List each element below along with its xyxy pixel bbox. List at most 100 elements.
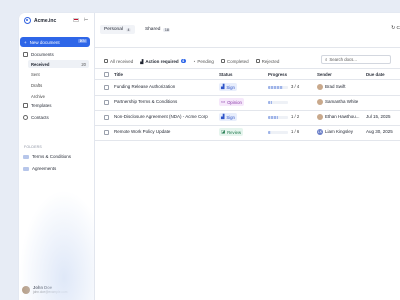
progress-bar xyxy=(268,116,288,119)
folder-icon xyxy=(23,166,29,171)
sender-name: Brad Swift xyxy=(325,84,346,90)
sender-avatar: LK xyxy=(317,129,323,135)
progress-text: 1 / 2 xyxy=(291,114,300,119)
document-title[interactable]: Non-Disclosure Agreement (NDA) - Acme Co… xyxy=(114,114,208,119)
status-label: Opinion xyxy=(227,99,242,105)
column-header-due-date[interactable]: Due date xyxy=(366,72,385,77)
table-row[interactable]: Partnership Terms & Conditions ▭ Opinion Sa… xyxy=(95,95,400,110)
sidebar-folder-agreements[interactable]: Agreements xyxy=(23,165,56,172)
sender: Ethan Hawthou... xyxy=(317,114,360,120)
inbox-icon xyxy=(104,59,108,63)
acme-logo-icon xyxy=(24,17,31,24)
progress-bar xyxy=(268,86,288,89)
sidebar-item-label: Archive xyxy=(31,93,45,99)
sender: Brad Swift xyxy=(317,84,346,90)
row-checkbox[interactable] xyxy=(104,85,109,90)
tab-action-required[interactable]: ▟ Action required 4 xyxy=(140,57,186,69)
status-badge[interactable]: ◪ Review xyxy=(219,128,244,136)
status-label: Review xyxy=(227,129,242,135)
sidebar: Acme.inc ⊢ + New document ⌘N Documents R… xyxy=(19,13,94,300)
tab-completed[interactable]: Completed xyxy=(220,57,249,65)
tab-shared[interactable]: Shared 18 xyxy=(141,25,174,34)
new-document-button[interactable]: + New document ⌘N xyxy=(20,37,90,47)
sender: LK Liam Kingsley xyxy=(317,129,353,135)
row-checkbox[interactable] xyxy=(104,115,109,120)
sidebar-item-label: Templates xyxy=(31,103,52,108)
sender-name: Samantha White xyxy=(325,99,359,105)
due-date: Jul 15, 2025 xyxy=(366,114,391,119)
main-panel: Personal 4 Shared 18 ↻ C All received ▟ … xyxy=(95,13,400,300)
contacts-icon xyxy=(23,115,28,120)
column-header-progress[interactable]: Progress xyxy=(268,72,287,77)
search-placeholder: Search docs... xyxy=(329,57,357,62)
sidebar-item-drafts[interactable]: Drafts xyxy=(31,81,42,89)
table-row[interactable]: Remote Work Policy Update ◪ Review 1 / 6 LK L… xyxy=(95,125,400,140)
status-badge[interactable]: ▭ Opinion xyxy=(219,98,244,106)
count-badge: 4 xyxy=(125,27,131,32)
sidebar-folder-terms[interactable]: Terms & Conditions xyxy=(23,153,71,160)
folder-icon xyxy=(23,154,29,159)
status-label: Sign xyxy=(226,114,235,120)
column-header-title[interactable]: Title xyxy=(114,72,123,77)
sender-avatar xyxy=(317,99,323,105)
status-badge[interactable]: ▟ Sign xyxy=(219,113,237,121)
divider xyxy=(95,68,400,69)
divider xyxy=(95,140,400,141)
search-input[interactable]: ⌕ Search docs... xyxy=(321,55,391,64)
tab-label: Action required xyxy=(145,58,179,64)
table-row[interactable]: Funding Release Authorization ▟ Sign 3 / 4 B… xyxy=(95,80,400,95)
sub-tabs: All received ▟ Action required 4 ◔ Pendi… xyxy=(104,57,279,69)
select-all-checkbox[interactable] xyxy=(104,72,109,77)
tab-label: All received xyxy=(110,58,134,64)
search-icon: ⌕ xyxy=(325,57,328,62)
column-header-sender[interactable]: Sender xyxy=(317,72,332,77)
sidebar-item-label: Terms & Conditions xyxy=(32,154,72,159)
sidebar-item-contacts[interactable]: Contacts xyxy=(23,114,49,121)
column-header-status[interactable]: Status xyxy=(219,72,232,77)
sidebar-collapse-icon[interactable]: ⊢ xyxy=(84,17,88,23)
tab-pending[interactable]: ◔ Pending xyxy=(193,57,214,65)
count-badge: 20 xyxy=(81,61,86,67)
tab-personal[interactable]: Personal 4 xyxy=(100,25,135,34)
sidebar-item-archive[interactable]: Archive xyxy=(31,92,45,100)
sidebar-item-label: Documents xyxy=(31,52,54,57)
table-row[interactable]: Non-Disclosure Agreement (NDA) - Acme Co… xyxy=(95,110,400,125)
sidebar-item-documents[interactable]: Documents xyxy=(23,51,54,58)
clock-icon: ◔ xyxy=(192,58,196,64)
sidebar-item-label: Contacts xyxy=(31,115,49,120)
folders-heading: FOLDERS xyxy=(24,145,42,149)
check-doc-icon xyxy=(220,59,225,63)
sidebar-item-sent[interactable]: Sent xyxy=(31,70,40,78)
status-icon: ▭ xyxy=(221,99,226,104)
count-badge: 18 xyxy=(163,27,171,32)
user-profile[interactable]: John Doe john.doe@example.com xyxy=(19,283,94,296)
brand[interactable]: Acme.inc xyxy=(24,17,56,24)
top-tabs: Personal 4 Shared 18 xyxy=(100,25,174,34)
user-email: john.doe@example.com xyxy=(33,290,68,294)
tab-label: Shared xyxy=(144,27,161,32)
status-badge[interactable]: ▟ Sign xyxy=(219,83,237,91)
us-flag-icon[interactable] xyxy=(73,18,79,22)
brand-name: Acme.inc xyxy=(34,17,57,24)
row-checkbox[interactable] xyxy=(104,130,109,135)
due-date: Aug 30, 2025 xyxy=(366,129,393,134)
document-title[interactable]: Remote Work Policy Update xyxy=(114,129,170,134)
document-title[interactable]: Funding Release Authorization xyxy=(114,84,175,89)
sidebar-item-received[interactable]: Received 20 xyxy=(28,60,89,68)
sync-button[interactable]: ↻ C xyxy=(391,26,400,31)
sender-avatar xyxy=(317,84,323,90)
sidebar-item-label: Received xyxy=(31,61,50,67)
sender-name: Liam Kingsley xyxy=(325,129,354,135)
row-checkbox[interactable] xyxy=(104,100,109,105)
tab-rejected[interactable]: Rejected xyxy=(255,57,279,65)
template-icon xyxy=(23,103,28,108)
sidebar-item-templates[interactable]: Templates xyxy=(23,102,52,109)
count-badge: 4 xyxy=(180,59,186,63)
sidebar-item-label: Agreements xyxy=(32,166,57,171)
document-icon xyxy=(23,52,28,57)
bar-chart-icon: ▟ xyxy=(140,58,144,64)
document-title[interactable]: Partnership Terms & Conditions xyxy=(114,99,177,104)
tab-label: Pending xyxy=(197,58,214,64)
shortcut-badge: ⌘N xyxy=(77,39,87,43)
tab-all-received[interactable]: All received xyxy=(104,57,133,65)
